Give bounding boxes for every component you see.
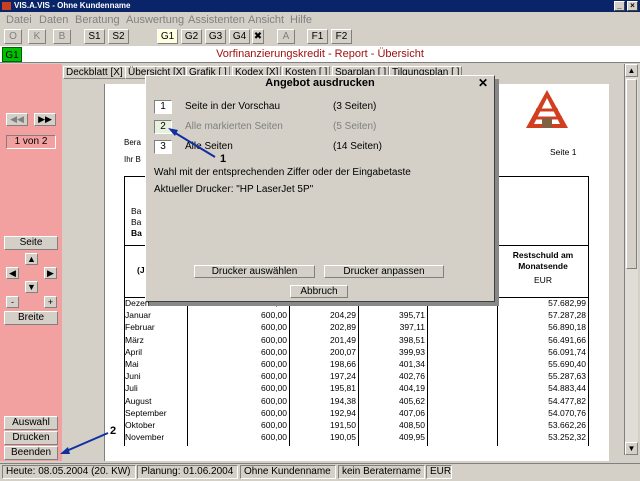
arrow-2-line <box>63 432 109 453</box>
status-today: Heute: 08.05.2004 (20. KW) <box>2 465 136 479</box>
arrow-2-head <box>60 447 70 454</box>
annotation-2: 2 <box>110 425 117 437</box>
status-currency: EUR <box>426 465 452 479</box>
status-advisor: kein Beratername <box>338 465 425 479</box>
arrow-1-line <box>171 130 216 158</box>
status-planning: Planung: 01.06.2004 <box>137 465 238 479</box>
annotation-1: 1 <box>220 153 227 165</box>
status-customer: Ohne Kundenname <box>240 465 336 479</box>
annotation-arrows <box>60 128 216 454</box>
